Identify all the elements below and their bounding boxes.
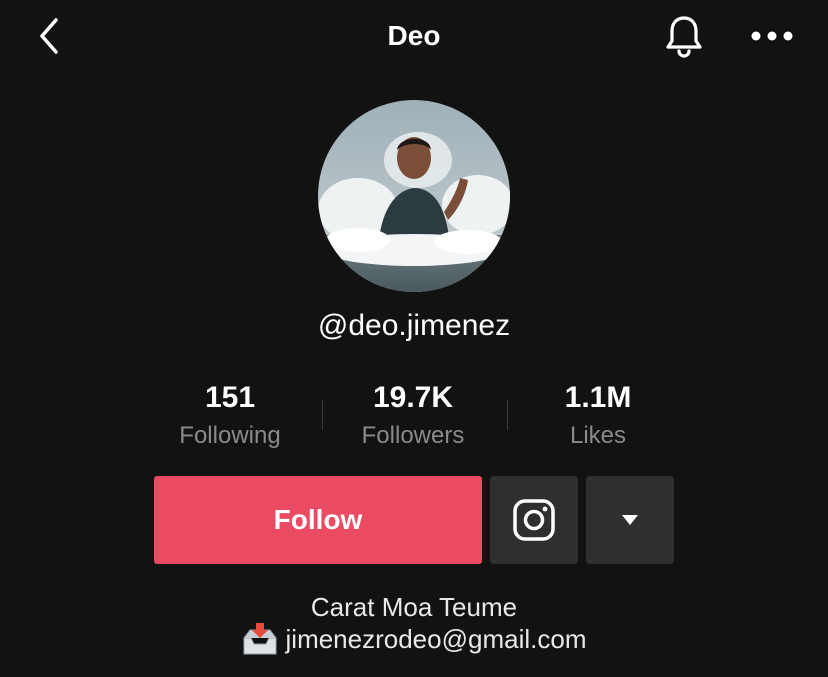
followers-count: 19.7K bbox=[372, 381, 454, 414]
instagram-button[interactable] bbox=[490, 476, 578, 564]
bio-email-row: jimenezrodeo@gmail.com bbox=[0, 622, 828, 656]
likes-label: Likes bbox=[569, 422, 627, 449]
username: @deo.jimenez bbox=[317, 309, 511, 342]
bell-icon bbox=[666, 16, 702, 58]
followers-stat[interactable]: 19.7K Followers bbox=[323, 378, 503, 454]
following-count: 151 bbox=[204, 381, 256, 414]
follow-button[interactable]: Follow bbox=[154, 476, 482, 564]
following-label: Following bbox=[179, 422, 281, 449]
suggested-accounts-dropdown[interactable] bbox=[586, 476, 674, 564]
inbox-tray-icon bbox=[243, 623, 277, 655]
more-options-button[interactable] bbox=[748, 18, 796, 54]
follow-button-label: Follow bbox=[273, 504, 363, 535]
profile-photo bbox=[318, 100, 510, 292]
bio-email[interactable]: jimenezrodeo@gmail.com bbox=[286, 622, 587, 656]
followers-label: Followers bbox=[361, 422, 465, 449]
bio-text: Carat Moa Teume bbox=[310, 592, 518, 622]
likes-stat[interactable]: 1.1M Likes bbox=[508, 378, 688, 454]
more-dots-icon bbox=[751, 31, 793, 41]
instagram-icon bbox=[513, 499, 555, 541]
notification-bell-button[interactable] bbox=[660, 12, 708, 60]
caret-down-icon bbox=[622, 515, 638, 525]
likes-count: 1.1M bbox=[564, 381, 632, 414]
following-stat[interactable]: 151 Following bbox=[140, 378, 320, 454]
avatar[interactable] bbox=[318, 100, 510, 292]
